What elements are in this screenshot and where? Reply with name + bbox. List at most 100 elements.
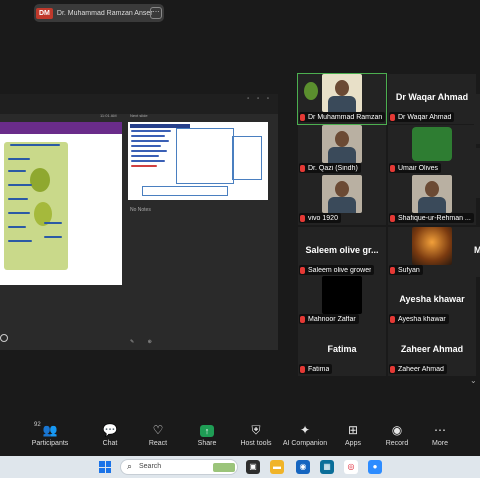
participant-name-label: Ayesha khawar	[389, 314, 449, 324]
slide-text-line	[8, 158, 30, 160]
toolbar-button-label: Participants	[31, 440, 69, 447]
participant-body-shape	[328, 147, 356, 163]
participant-tile-saleem[interactable]: Saleem olive gr... Saleem olive grower	[298, 227, 386, 277]
participant-video	[304, 74, 362, 112]
participant-tile-fatima[interactable]: Fatima Fatima	[298, 326, 386, 376]
participant-tile-sufyan[interactable]: Sufyan	[388, 227, 476, 277]
windows-start-icon[interactable]	[99, 461, 111, 473]
participant-name-label: Shafique-ur-Rehman ...	[389, 213, 474, 223]
presenter-name: Dr. Muhammad Ramzan Anser P	[56, 9, 153, 17]
toolbar-participants-button[interactable]: 👥 Participants	[20, 422, 80, 447]
chevron-down-icon[interactable]: ⌄	[470, 376, 477, 385]
slide-nav-button[interactable]	[0, 334, 8, 342]
participant-name: Ayesha khawar	[398, 315, 446, 323]
muted-mic-icon	[390, 315, 395, 323]
participant-face-shape	[335, 80, 349, 96]
participant-display-name: Fatima	[327, 344, 357, 354]
presenter-avatar: DM	[36, 7, 53, 19]
next-slide-preview[interactable]	[128, 122, 268, 200]
participant-tile-vivo[interactable]: vivo 1920	[298, 175, 386, 225]
participant-name: Mahnoor Zaffar	[308, 315, 356, 323]
muted-mic-icon	[300, 164, 305, 172]
participant-name-label: Dr Waqar Ahmad	[389, 112, 455, 122]
muted-mic-icon	[300, 113, 305, 121]
chrome-icon[interactable]: ◎	[344, 460, 358, 474]
task-view-icon[interactable]: ▣	[246, 460, 260, 474]
participant-name: Shafique-ur-Rehman ...	[398, 214, 471, 222]
speaker-notes: No Notes	[130, 207, 151, 213]
slide-text-line	[8, 170, 26, 172]
participant-tile-ayesha[interactable]: Ayesha khawar Ayesha khawar	[388, 276, 476, 326]
edge-icon[interactable]: ◉	[296, 460, 310, 474]
participant-tile-shafique[interactable]: Shafique-ur-Rehman ...	[388, 175, 476, 225]
participant-name-label: Saleem olive grower	[299, 265, 375, 275]
shared-screen: ▫ ▫ ▫ 11:01 AM Next slide No Notes ✎ ⊕	[0, 94, 278, 350]
olive-fruit-shape	[30, 168, 50, 192]
partial-tile-letter: M	[474, 245, 480, 255]
window-controls-icon: ▫ ▫ ▫	[247, 96, 272, 102]
muted-mic-icon	[300, 315, 305, 323]
participant-name-label: Zaheer Ahmad	[389, 364, 447, 374]
ellipsis-icon[interactable]: ⋯	[150, 7, 162, 19]
profile-picture	[412, 227, 452, 265]
muted-mic-icon	[300, 214, 305, 222]
participant-tile-mahnoor[interactable]: Mahnoor Zaffar	[298, 276, 386, 326]
slide-header-band	[0, 122, 122, 134]
participant-name-label: Fatima	[299, 364, 333, 374]
slide-text-line	[8, 212, 30, 214]
presenter-view-header: ▫ ▫ ▫	[0, 94, 278, 114]
participant-name-label: Umair Olives	[389, 163, 442, 173]
participant-video	[322, 125, 362, 163]
next-slide-footer-box	[142, 186, 228, 196]
taskbar-search[interactable]: ⌕ Search	[120, 459, 238, 475]
participant-name-label: Dr Muhammad Ramzan ...	[299, 112, 385, 122]
zoom-meeting-window: DM Dr. Muhammad Ramzan Anser P ⋯ ▫ ▫ ▫ 1…	[0, 0, 480, 478]
participant-body-shape	[328, 197, 356, 213]
more-icon: ⋯	[434, 423, 446, 437]
slide-text-line	[8, 198, 28, 200]
participant-face-shape	[425, 181, 439, 197]
file-explorer-icon[interactable]: ▬	[270, 460, 284, 474]
presenter-tools-icon[interactable]: ✎ ⊕	[130, 339, 158, 345]
screen-share-indicator[interactable]: DM Dr. Muhammad Ramzan Anser P ⋯	[34, 4, 164, 22]
presenter-clock: 11:01 AM	[100, 113, 117, 118]
slide-text-line	[8, 184, 32, 186]
slide-text-line	[8, 240, 32, 242]
partial-tile	[474, 94, 480, 144]
toolbar-more-button[interactable]: ⋯ More	[410, 422, 470, 447]
slide-text-line	[44, 236, 62, 238]
meeting-toolbar: 92 👥 Participants 💬 Chat ♡ React ↑ Share ⛨ Host t…	[0, 420, 480, 456]
participant-name-label: Sufyan	[389, 265, 423, 275]
participant-tile-zaheer[interactable]: Zaheer Ahmad Zaheer Ahmad	[388, 326, 476, 376]
next-slide-bullets	[131, 130, 173, 170]
participant-name: Sufyan	[398, 266, 420, 274]
participants-icon: 👥	[42, 423, 58, 437]
partial-tile	[474, 148, 480, 198]
participant-tile-umair[interactable]: Umair Olives	[388, 125, 476, 175]
participant-tile-ramzan[interactable]: Dr Muhammad Ramzan ...	[297, 73, 387, 125]
search-icon: ⌕	[127, 461, 133, 471]
participant-tile-qazi[interactable]: Dr. Qazi (Sindh)	[298, 125, 386, 175]
participant-name-label: Dr. Qazi (Sindh)	[299, 163, 361, 173]
top-bar: DM Dr. Muhammad Ramzan Anser P ⋯	[0, 0, 480, 26]
participant-display-name: Dr Waqar Ahmad	[395, 92, 469, 102]
participant-body-shape	[328, 96, 356, 112]
partial-tile: M	[474, 227, 480, 277]
participant-video	[322, 175, 362, 213]
muted-mic-icon	[390, 164, 395, 172]
slide-text-line	[10, 144, 60, 146]
participant-body-shape	[418, 197, 446, 213]
participant-face-shape	[335, 131, 349, 147]
store-icon[interactable]: ▦	[320, 460, 334, 474]
participant-tile-waqar[interactable]: Dr Waqar Ahmad Dr Waqar Ahmad	[388, 74, 476, 124]
participant-face-shape	[335, 181, 349, 197]
participant-name-label: vivo 1920	[299, 213, 341, 223]
participant-name-label: Mahnoor Zaffar	[299, 314, 359, 324]
zoom-icon[interactable]: ●	[368, 460, 382, 474]
olive-logo-shape	[304, 82, 318, 100]
current-slide	[0, 122, 122, 285]
muted-mic-icon	[390, 113, 395, 121]
muted-mic-icon	[300, 365, 305, 373]
participant-video	[412, 175, 452, 213]
muted-mic-icon	[390, 214, 395, 222]
